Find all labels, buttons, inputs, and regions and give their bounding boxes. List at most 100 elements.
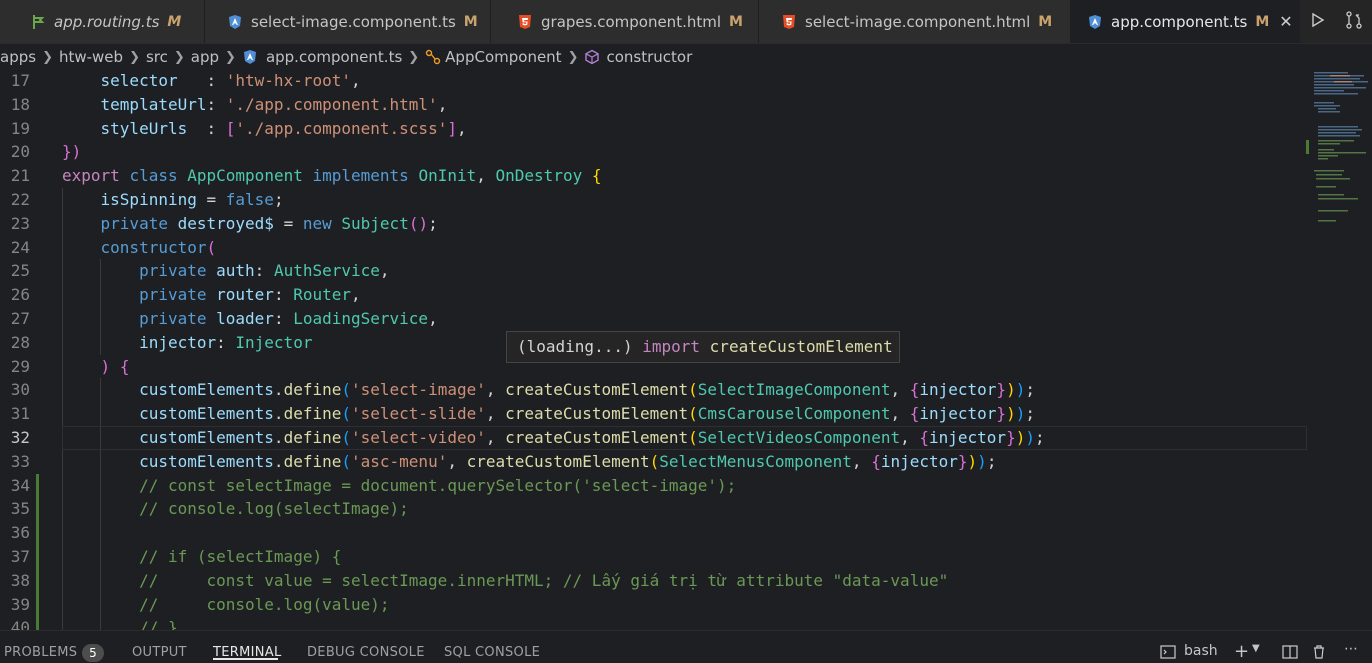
line-number: 34	[10, 475, 30, 495]
code-token: Subject	[341, 213, 409, 233]
code-token: './app.component.html'	[225, 94, 438, 114]
code-token: OnDestroy	[495, 166, 583, 186]
hover-symbol: createCustomElement	[709, 337, 893, 356]
code-token: createCustomElement	[505, 404, 689, 424]
code-token: injector	[919, 380, 997, 400]
code-line[interactable]: 25 private auth: AuthService,	[0, 259, 1310, 283]
code-line[interactable]: 22 isSpinning = false;	[0, 188, 1310, 212]
code-line[interactable]: 19 styleUrls : ['./app.component.scss'],	[0, 117, 1310, 141]
breadcrumb-item[interactable]: src	[146, 48, 168, 66]
run-icon[interactable]	[1310, 12, 1326, 32]
tab-output[interactable]: OUTPUT	[132, 645, 187, 660]
class-symbol-icon	[425, 49, 441, 65]
line-number: 21	[10, 166, 30, 186]
line-number: 26	[10, 285, 30, 305]
tab-select-image-component-html[interactable]: select-image.component.html M	[759, 0, 1071, 43]
code-line[interactable]: 23 private destroyed$ = new Subject();	[0, 212, 1310, 236]
code-token: createCustomElement	[505, 428, 689, 447]
tab-select-image-component-ts[interactable]: select-image.component.ts M	[205, 0, 491, 43]
chevron-right-icon: ❯	[225, 49, 236, 65]
more-actions-icon[interactable]: ⋯	[1344, 641, 1358, 657]
code-line[interactable]: 37 // if (selectImage) {	[0, 545, 1310, 569]
code-token: ;	[1034, 428, 1045, 447]
code-token: })	[62, 142, 82, 162]
trash-icon[interactable]	[1312, 645, 1326, 663]
code-line[interactable]: 40 // }	[0, 616, 1310, 630]
code-line[interactable]: 39 // console.log(value);	[0, 592, 1310, 617]
code-token: }	[996, 380, 1007, 400]
code-line[interactable]: 33 customElements.define('asc-menu', cre…	[0, 450, 1310, 474]
code-line[interactable]: 30 customElements.define('select-image',…	[0, 378, 1310, 402]
split-terminal-icon[interactable]	[1282, 645, 1298, 663]
code-token: customElements	[139, 428, 274, 447]
breadcrumb-item[interactable]: app.component.ts	[242, 48, 402, 66]
tab-app-component-ts[interactable]: app.component.ts M ✕	[1071, 0, 1300, 43]
line-number: 22	[10, 190, 30, 209]
code-line[interactable]: 21 export class AppComponent implements O…	[0, 164, 1310, 188]
git-modified-marker	[36, 592, 39, 617]
code-token: :	[273, 285, 294, 305]
tab-grapes-component-html[interactable]: grapes.component.html M	[491, 0, 759, 43]
code-token: (	[688, 380, 698, 400]
tab-debug-console[interactable]: DEBUG CONSOLE	[307, 645, 425, 660]
breadcrumb-item[interactable]: constructor	[584, 48, 692, 66]
code-token: false	[225, 190, 274, 209]
code-line[interactable]: 17 selector : 'htw-hx-root',	[0, 70, 1310, 93]
code-line[interactable]: 20})	[0, 140, 1310, 164]
line-number: 23	[10, 213, 30, 233]
code-token: :	[177, 71, 226, 90]
breadcrumb-item[interactable]: AppComponent	[425, 48, 562, 66]
code-token: AuthService	[273, 261, 380, 281]
breadcrumb-item[interactable]: app	[191, 48, 219, 66]
code-token: define	[283, 428, 342, 447]
line-number: 20	[10, 142, 30, 162]
breadcrumb: apps ❯ htw-web ❯ src ❯ app ❯ app.compone…	[0, 44, 1372, 70]
breadcrumb-item[interactable]: htw-web	[59, 48, 123, 66]
code-line[interactable]: 26 private router: Router,	[0, 283, 1310, 307]
code-line[interactable]: 18 templateUrl: './app.component.html',	[0, 93, 1310, 117]
code-text: styleUrls : ['./app.component.scss'],	[62, 117, 467, 141]
line-number: 24	[10, 237, 30, 257]
code-line[interactable]: 31 customElements.define('select-slide',…	[0, 402, 1310, 426]
breadcrumb-label: app.component.ts	[265, 48, 403, 66]
breadcrumb-item[interactable]: apps	[0, 48, 36, 66]
code-line[interactable]: 38 // const value = selectImage.innerHTM…	[0, 568, 1310, 593]
line-number: 28	[10, 332, 30, 352]
code-token: router	[216, 285, 274, 305]
code-token: :	[187, 118, 226, 138]
code-line[interactable]: 32 customElements.define('select-video',…	[0, 426, 1310, 450]
terminal-shell-name[interactable]: bash	[1184, 643, 1218, 659]
tab-app-routing[interactable]: app.routing.ts M	[0, 0, 205, 43]
close-icon[interactable]: ✕	[1279, 12, 1292, 31]
compare-changes-icon[interactable]	[1345, 10, 1363, 33]
code-token: Injector	[235, 332, 313, 352]
chevron-right-icon: ❯	[567, 49, 579, 65]
modified-badge: M	[1038, 13, 1053, 30]
code-token: )	[1015, 404, 1026, 424]
minimap[interactable]	[1310, 70, 1372, 230]
code-line[interactable]: 36	[0, 521, 1310, 546]
code-line[interactable]: 35 // console.log(selectImage);	[0, 497, 1310, 522]
modified-badge: M	[463, 13, 478, 30]
line-number: 25	[10, 261, 30, 281]
tab-problems[interactable]: PROBLEMS	[4, 645, 77, 660]
code-token: ,	[900, 428, 920, 447]
code-line[interactable]: 34 // const selectImage = document.query…	[0, 473, 1310, 498]
line-number: 18	[10, 94, 30, 114]
code-line[interactable]: 24 constructor(	[0, 236, 1310, 260]
tab-label: app.component.ts	[1111, 12, 1248, 31]
chevron-down-icon[interactable]: ▼	[1252, 643, 1260, 654]
code-text: selector : 'htw-hx-root',	[62, 70, 361, 93]
tab-sql-console[interactable]: SQL CONSOLE	[444, 645, 540, 660]
code-token: ;	[428, 213, 438, 233]
git-modified-marker	[36, 616, 39, 630]
code-line[interactable]: 27 private loader: LoadingService,	[0, 307, 1310, 331]
